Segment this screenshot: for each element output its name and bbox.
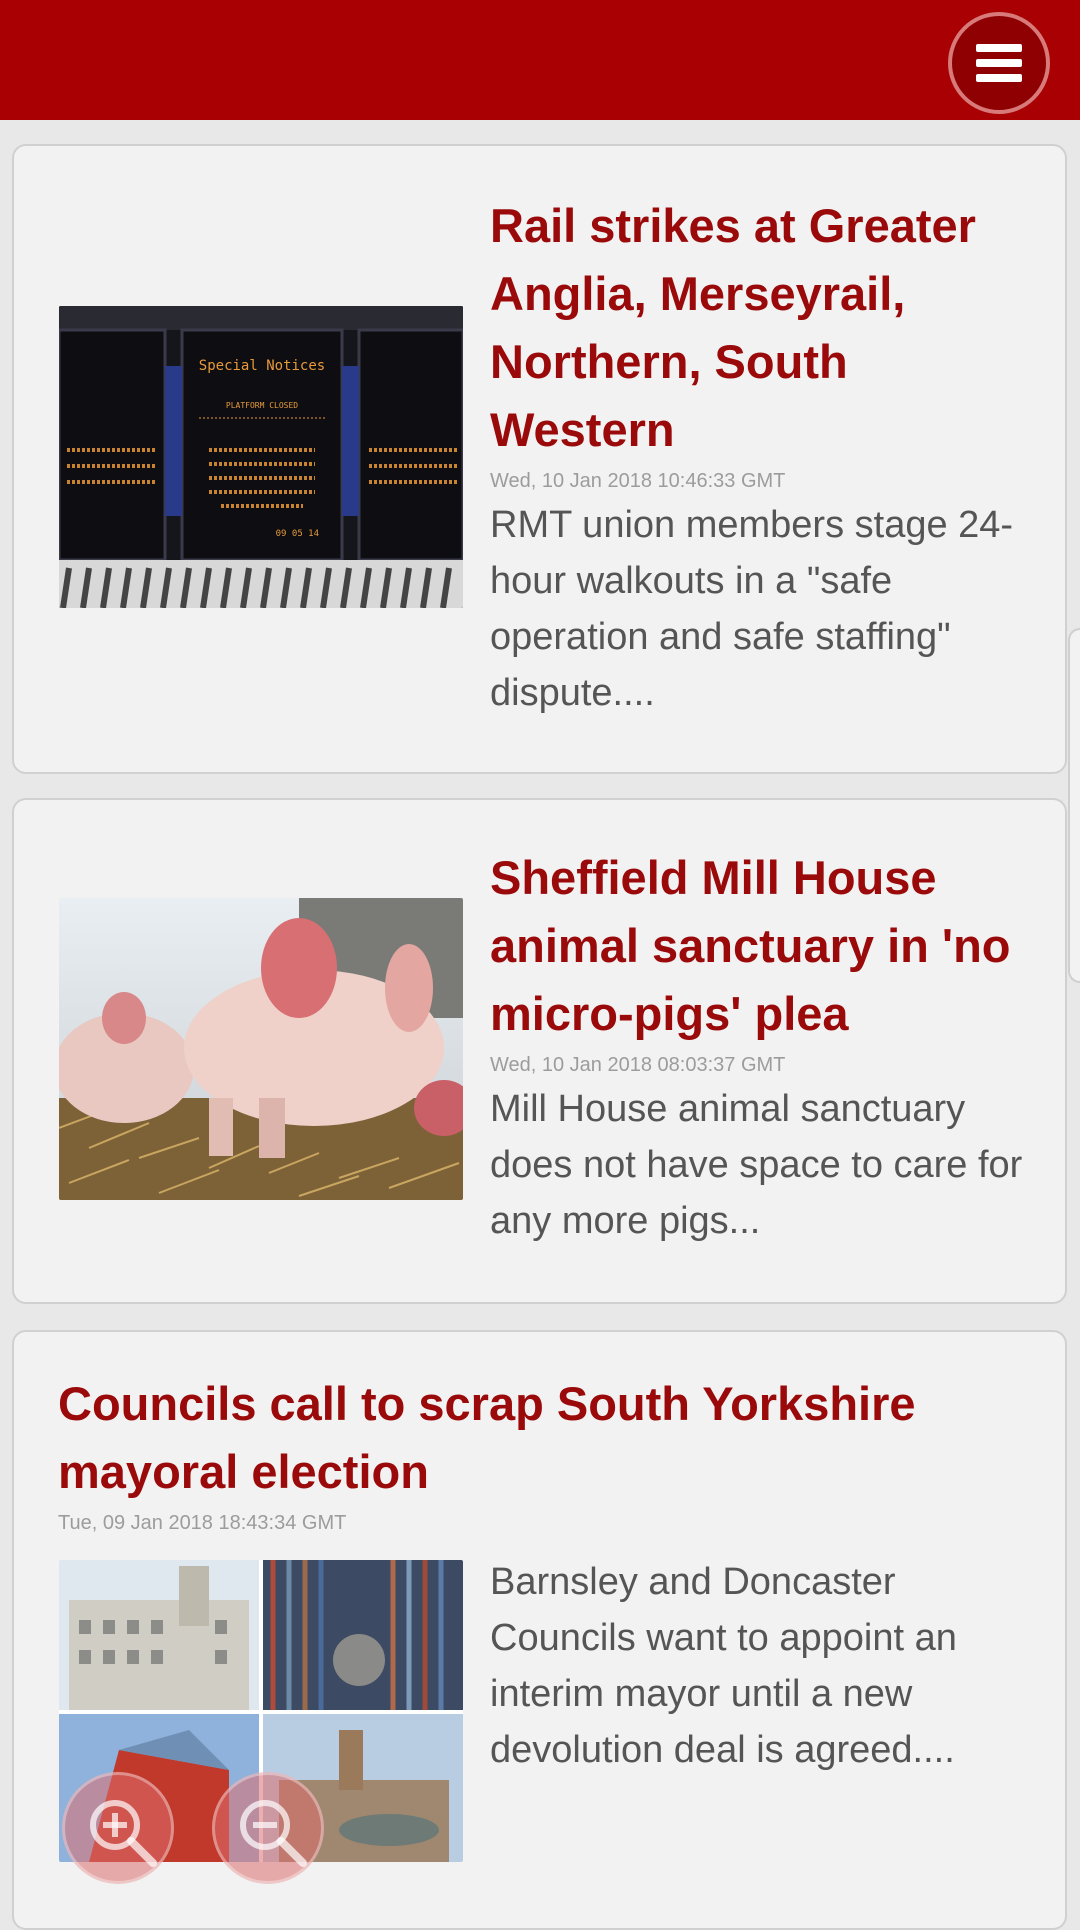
- article-thumbnail[interactable]: [59, 898, 463, 1200]
- menu-button[interactable]: [948, 12, 1050, 114]
- article-text: Barnsley and Doncaster Councils want to …: [490, 1554, 1025, 1778]
- article-header: Councils call to scrap South Yorkshire m…: [58, 1370, 1025, 1539]
- article-title[interactable]: Sheffield Mill House animal sanctuary in…: [490, 844, 1025, 1048]
- article-text: Rail strikes at Greater Anglia, Merseyra…: [490, 192, 1025, 721]
- article-summary: Barnsley and Doncaster Councils want to …: [490, 1561, 957, 1771]
- scroll-handle[interactable]: [1068, 628, 1080, 983]
- article-date: Tue, 09 Jan 2018 18:43:34 GMT: [58, 1512, 347, 1534]
- zoom-in-button[interactable]: [62, 1772, 174, 1884]
- article-title[interactable]: Councils call to scrap South Yorkshire m…: [58, 1370, 1025, 1506]
- article-thumbnail[interactable]: Special Notices PLATFORM CLOSED 09 05 14: [59, 306, 463, 608]
- article-date: Wed, 10 Jan 2018 10:46:33 GMT: [490, 470, 786, 492]
- board-clock: 09 05 14: [276, 529, 319, 539]
- zoom-out-icon: [240, 1800, 307, 1867]
- hamburger-menu-icon: [976, 44, 1022, 82]
- zoom-out-button[interactable]: [212, 1772, 324, 1884]
- article-date: Wed, 10 Jan 2018 08:03:37 GMT: [490, 1054, 786, 1076]
- article-summary: Mill House animal sanctuary does not hav…: [490, 1088, 1023, 1242]
- board-heading: Special Notices: [199, 358, 325, 374]
- zoom-in-icon: [90, 1800, 157, 1867]
- app-header: [0, 0, 1080, 120]
- article-title[interactable]: Rail strikes at Greater Anglia, Merseyra…: [490, 192, 1025, 464]
- article-summary: RMT union members stage 24-hour walkouts…: [490, 504, 1014, 714]
- article-card[interactable]: Special Notices PLATFORM CLOSED 09 05 14: [12, 144, 1067, 774]
- board-status: PLATFORM CLOSED: [226, 401, 298, 410]
- article-card[interactable]: Sheffield Mill House animal sanctuary in…: [12, 798, 1067, 1304]
- article-text: Sheffield Mill House animal sanctuary in…: [490, 844, 1025, 1249]
- news-feed: Special Notices PLATFORM CLOSED 09 05 14: [0, 120, 1080, 1930]
